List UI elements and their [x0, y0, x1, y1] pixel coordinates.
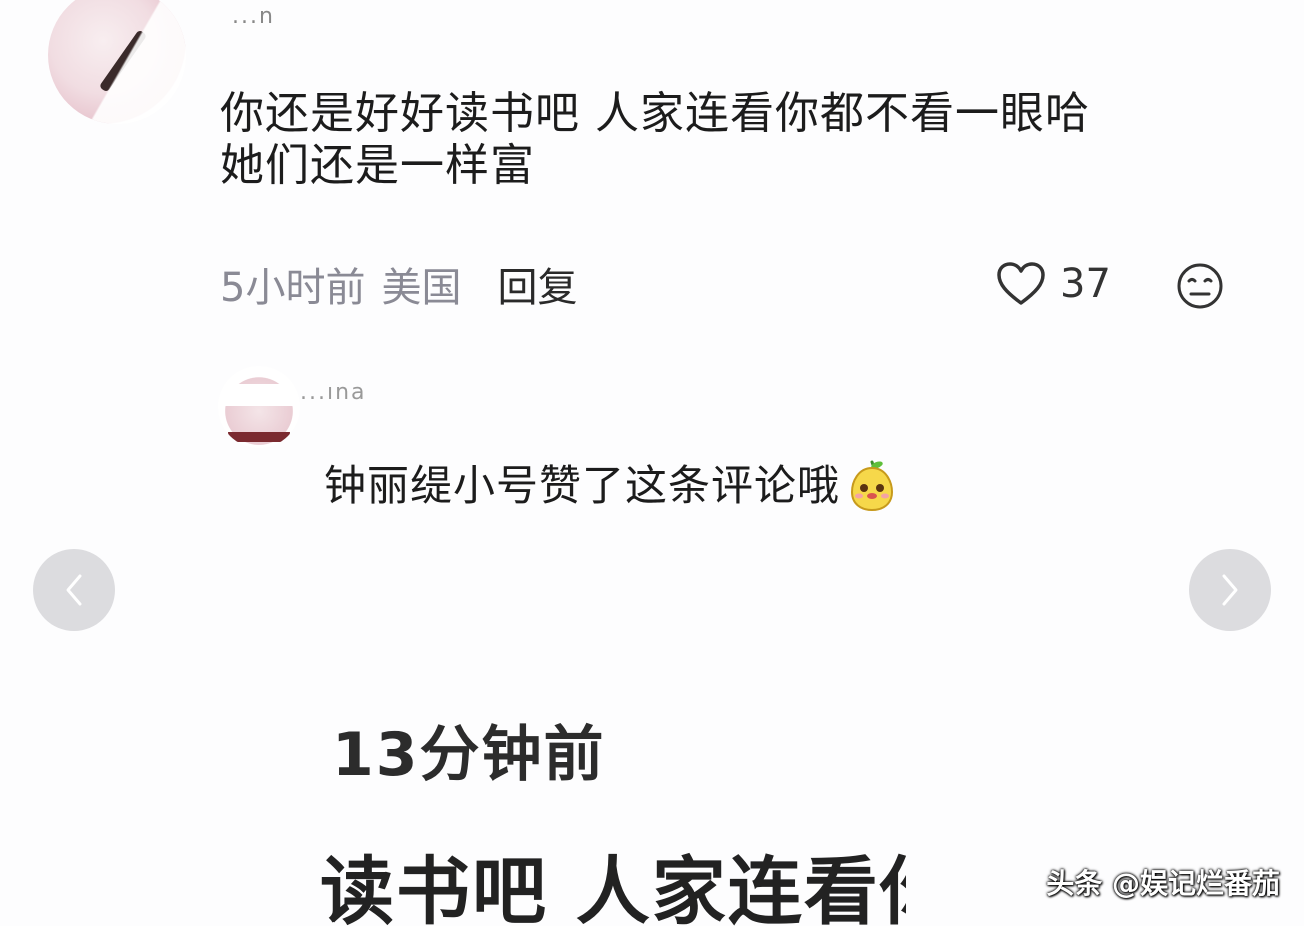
commenter-2-avatar[interactable]: [218, 366, 300, 448]
neutral-face-icon: [1177, 263, 1223, 309]
avatar-mask: [48, 0, 186, 124]
prev-image-button[interactable]: [33, 549, 115, 631]
commenter-1-username[interactable]: ...n: [232, 4, 275, 29]
like-count: 37: [1060, 261, 1111, 307]
zoomed-text-crop: 读书吧 人家连看你: [320, 832, 906, 926]
watermark: 头条 @娱记烂番茄: [1046, 867, 1280, 900]
avatar-mouth: [228, 432, 290, 442]
comment-1-line-2: 她们还是一样富: [220, 140, 535, 191]
heart-icon: [997, 262, 1045, 305]
comment-2-body: 钟丽缇小号赞了这条评论哦: [324, 461, 841, 510]
comment-2-text: 钟丽缇小号赞了这条评论哦: [324, 456, 900, 516]
zoomed-text: 读书吧 人家连看你: [320, 849, 906, 926]
chevron-right-icon: [1222, 574, 1238, 606]
pear-face-emoji: [844, 458, 900, 514]
comment-1-meta: 5小时前 美国 回复: [220, 256, 577, 312]
commenter-1-avatar[interactable]: [48, 0, 186, 124]
reply-button[interactable]: 回复: [497, 255, 577, 313]
commenter-2-username[interactable]: ...ına: [300, 380, 367, 405]
avatar-blur: [218, 384, 300, 406]
comment-screenshot: ...n 你还是好好读书吧 人家连看你都不看一眼哈 她们还是一样富 5小时前 美…: [0, 0, 1304, 926]
chevron-left-icon: [66, 574, 82, 606]
comment-1-line-1: 你还是好好读书吧 人家连看你都不看一眼哈: [220, 88, 1090, 139]
next-image-button[interactable]: [1189, 549, 1271, 631]
like-button[interactable]: 37: [996, 256, 1111, 312]
comment-1-location: 美国: [381, 265, 462, 311]
dislike-button[interactable]: [1176, 262, 1224, 310]
comment-1-text: 你还是好好读书吧 人家连看你都不看一眼哈 她们还是一样富: [220, 84, 1220, 191]
comment-1-time: 5小时前: [220, 265, 366, 311]
zoomed-timestamp: 13分钟前: [332, 720, 606, 790]
